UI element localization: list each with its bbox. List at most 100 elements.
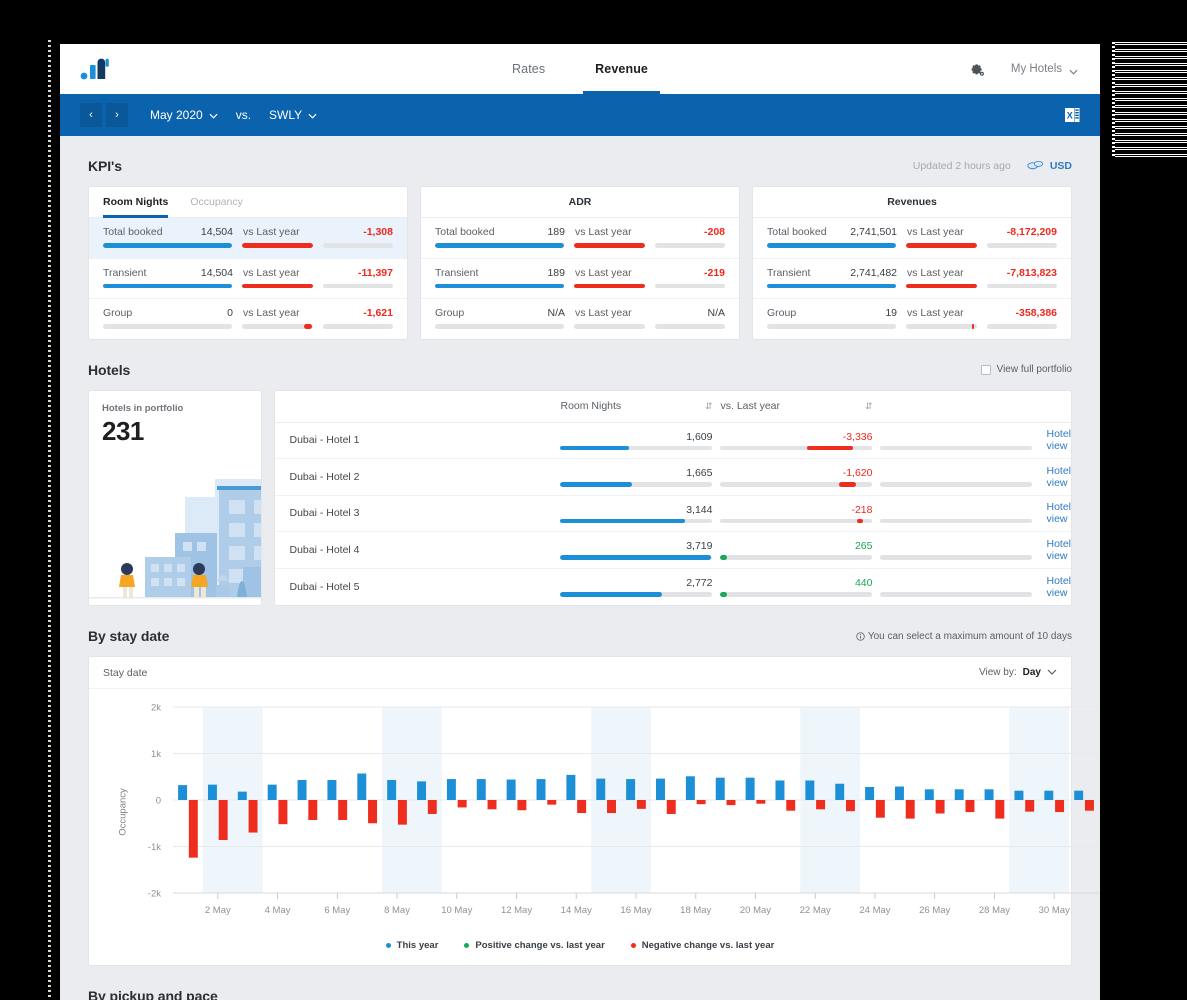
kpi-bar-delta <box>906 283 977 288</box>
kpi-cards-row: Room Nights Occupancy Total booked 14,504… <box>88 186 1072 340</box>
kpi-row-value: N/A <box>547 307 565 319</box>
kpi-bar-delta <box>574 324 645 329</box>
hotel-view-link[interactable]: Hotel view <box>1040 538 1071 562</box>
svg-text:2 May: 2 May <box>205 905 231 916</box>
hotel-room-nights-value: 2,772 <box>686 577 713 589</box>
kpi-row-delta: -358,386 <box>1015 307 1057 319</box>
hotel-view-link[interactable]: Hotel view <box>1040 465 1071 489</box>
hotel-delta-bar <box>720 555 873 560</box>
stay-date-hint: You can select a maximum amount of 10 da… <box>856 631 1072 642</box>
kpi-row-label: Group <box>435 307 465 319</box>
legend-item[interactable]: Negative change vs. last year <box>630 940 775 951</box>
svg-text:20 May: 20 May <box>740 905 771 916</box>
gear-icon[interactable] <box>967 60 985 78</box>
excel-export-icon[interactable]: X <box>1065 107 1080 123</box>
hotel-delta-cell: -1,620 <box>720 467 880 487</box>
hotel-delta-bar <box>720 482 873 487</box>
kpi-row-values: Total booked 14,504 vs Last year -1,308 <box>103 226 393 238</box>
kpi-row: Group 0 vs Last year -1,621 <box>89 299 407 339</box>
legend-dot <box>464 943 470 948</box>
tab-revenue[interactable]: Revenue <box>583 44 660 94</box>
hotel-third-value <box>880 577 1032 589</box>
kpi-row: Group N/A vs Last year N/A <box>421 299 739 339</box>
kpi-row-value: 19 <box>885 307 897 319</box>
view-full-portfolio-label: View full portfolio <box>996 364 1072 375</box>
table-row[interactable]: Dubai - Hotel 2 1,665 -1,620 Hotel view <box>275 459 1071 496</box>
previous-period-button[interactable]: ‹ <box>80 103 102 127</box>
legend-item[interactable]: Positive change vs. last year <box>464 940 605 951</box>
hotels-table-body: Dubai - Hotel 1 1,609 -3,336 Hotel view … <box>275 423 1071 606</box>
hotel-third-cell <box>880 431 1040 450</box>
table-row[interactable]: Dubai - Hotel 4 3,719 265 Hotel view <box>275 532 1071 569</box>
period-selector[interactable]: May 2020 <box>150 108 218 122</box>
account-selector[interactable]: My Hotels <box>1011 63 1078 75</box>
tab-rates[interactable]: Rates <box>512 44 545 94</box>
kpi-row-value: 14,504 <box>200 266 233 279</box>
comparison-selector[interactable]: SWLY <box>269 108 317 122</box>
hotels-table-header: Room Nights ⇵ vs. Last year ⇵ <box>275 391 1071 423</box>
kpi-row: Group 19 vs Last year -358,386 <box>753 299 1071 339</box>
kpi-row-bars <box>767 283 1057 288</box>
kpi-bar-main <box>767 243 897 248</box>
kpi-row-vs-label: vs Last year <box>243 226 300 238</box>
kpi-bar-main <box>767 324 897 329</box>
table-row[interactable]: Dubai - Hotel 5 2,772 440 Hotel view <box>275 569 1071 606</box>
col-vs-last-year[interactable]: vs. Last year ⇵ <box>720 400 880 412</box>
hotel-view-link[interactable]: Hotel view <box>1040 575 1071 599</box>
hotel-room-nights-cell: 1,609 <box>560 430 720 450</box>
svg-text:28 May: 28 May <box>979 905 1010 916</box>
kpi-row-bars <box>767 324 1057 329</box>
chart-header: Stay date View by: Day <box>89 657 1071 689</box>
kpi-row-label: Transient <box>767 266 811 279</box>
chart-plot-area[interactable]: Occupancy 2k 1k 0 -1k -2k 2 May 4 May 6 May 8 Ma… <box>89 689 1099 934</box>
legend-item[interactable]: This year <box>385 940 438 951</box>
svg-text:0: 0 <box>156 796 161 807</box>
kpi-row-value: 2,741,482 <box>850 266 897 279</box>
kpi-title: KPI's <box>88 158 122 174</box>
legend-label: Negative change vs. last year <box>641 940 775 951</box>
kpi-bar-main <box>103 283 233 288</box>
kpi-row-values: Group 19 vs Last year -358,386 <box>767 307 1057 319</box>
hotel-delta-value: 265 <box>854 540 873 552</box>
hotel-name: Dubai - Hotel 5 <box>289 580 360 593</box>
chevron-down-icon <box>209 108 218 122</box>
chart-svg[interactable]: 2k 1k 0 -1k -2k 2 May 4 May 6 May 8 May 10 May 12 … <box>95 701 1100 933</box>
kpi-row: Total booked 189 vs Last year -208 <box>421 218 739 259</box>
kpi-tab-occupancy[interactable]: Occupancy <box>190 187 243 218</box>
table-row[interactable]: Dubai - Hotel 3 3,144 -218 Hotel view <box>275 496 1071 532</box>
kpi-row-delta: -219 <box>703 266 725 279</box>
hotel-view-link[interactable]: Hotel view <box>1040 428 1071 452</box>
kpi-card-body: Total booked 2,741,501 vs Last year -8,1… <box>753 218 1071 339</box>
hotel-room-nights-bar <box>560 445 713 450</box>
col-room-nights[interactable]: Room Nights ⇵ <box>560 400 720 412</box>
hotel-room-nights-value: 1,609 <box>686 430 713 443</box>
kpi-tab-room-nights[interactable]: Room Nights <box>103 187 169 218</box>
hotel-third-bar <box>880 555 1033 560</box>
view-by-selector[interactable]: View by: Day <box>979 667 1057 678</box>
kpi-bar-main <box>435 243 565 248</box>
kpi-row-values: Group 0 vs Last year -1,621 <box>103 307 393 319</box>
view-full-portfolio-checkbox[interactable]: View full portfolio <box>980 364 1072 375</box>
currency-selector[interactable]: USD <box>1027 159 1072 174</box>
kpi-row-bars <box>435 324 725 329</box>
hotel-room-nights-value: 3,719 <box>686 540 713 552</box>
sort-icon[interactable]: ⇵ <box>865 401 873 411</box>
updated-timestamp: Updated 2 hours ago <box>912 160 1011 172</box>
kpi-row-delta: N/A <box>707 307 725 319</box>
chart-ylabel: Occupancy <box>117 787 129 836</box>
hotel-delta-value: -218 <box>851 503 873 516</box>
hotel-view-link[interactable]: Hotel view <box>1040 501 1071 525</box>
table-row[interactable]: Dubai - Hotel 1 1,609 -3,336 Hotel view <box>275 423 1071 459</box>
currency-label: USD <box>1049 160 1072 172</box>
kpi-row-values: Transient 2,741,482 vs Last year -7,813,… <box>767 267 1057 279</box>
comparison-label: SWLY <box>269 108 303 122</box>
sort-icon[interactable]: ⇵ <box>705 401 713 411</box>
kpi-row-label: Total booked <box>103 226 163 238</box>
next-period-button[interactable]: › <box>106 103 128 127</box>
kpi-card-title: ADR <box>421 187 739 218</box>
stay-date-hint-text: You can select a maximum amount of 10 da… <box>867 630 1072 642</box>
hotel-name: Dubai - Hotel 1 <box>289 434 360 447</box>
kpi-row: Transient 189 vs Last year -219 <box>421 259 739 299</box>
hotels-header-right: View full portfolio <box>980 364 1072 375</box>
hotel-name: Dubai - Hotel 4 <box>289 543 360 556</box>
